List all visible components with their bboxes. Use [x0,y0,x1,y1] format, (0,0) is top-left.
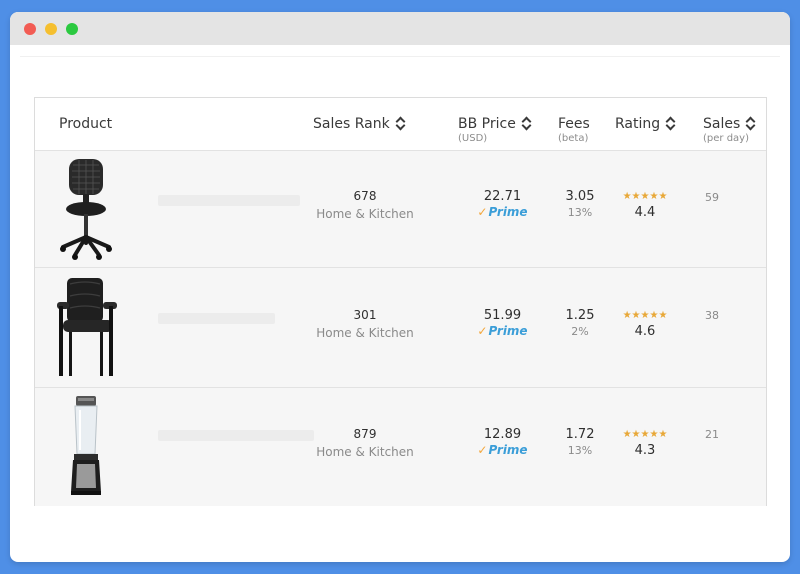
star-rating-icon: ★★★★★ [622,310,668,321]
products-table: Product Sales Rank BB Price (USD) Fees (… [34,97,767,506]
product-name-placeholder [158,430,314,441]
blender-image [71,396,101,495]
rating-cell: ★★★★★ 4.6 [615,310,675,339]
header-rating[interactable]: Rating [615,116,675,132]
star-rating-icon: ★★★★★ [622,429,668,440]
maximize-window-button[interactable] [66,23,78,35]
prime-badge: ✓Prime [477,443,528,457]
prime-badge: ✓Prime [477,324,528,338]
sales-rank-cell: 678 Home & Kitchen [316,189,414,221]
sort-icon[interactable] [746,117,755,129]
title-bar [10,12,790,45]
product-name-placeholder [158,313,275,324]
close-window-button[interactable] [24,23,36,35]
price-cell: 22.71 ✓Prime [475,189,530,219]
table-row[interactable]: 678 Home & Kitchen 22.71 ✓Prime 3.05 13%… [35,151,766,268]
price-cell: 12.89 ✓Prime [475,427,530,457]
sort-icon[interactable] [522,117,531,129]
fees-cell: 3.05 13% [565,189,595,219]
sales-rank-cell: 301 Home & Kitchen [316,308,414,340]
prime-check-icon: ✓ [477,205,488,219]
minimize-window-button[interactable] [45,23,57,35]
sales-cell: 59 [705,191,719,204]
table-row[interactable]: 879 Home & Kitchen 12.89 ✓Prime 1.72 13%… [35,388,766,506]
table-header: Product Sales Rank BB Price (USD) Fees (… [35,98,766,151]
product-name-placeholder [158,195,300,206]
price-cell: 51.99 ✓Prime [475,308,530,338]
fees-cell: 1.72 13% [565,427,595,457]
sort-icon[interactable] [396,117,405,129]
browser-window: Product Sales Rank BB Price (USD) Fees (… [10,12,790,562]
table-row[interactable]: 301 Home & Kitchen 51.99 ✓Prime 1.25 2% … [35,268,766,388]
header-fees: Fees (beta) [558,116,590,144]
header-product: Product [59,116,113,132]
leather-chair-image [57,278,117,376]
header-sales-rank[interactable]: Sales Rank [313,116,405,132]
office-chair-image [60,159,112,260]
toolbar-divider [20,45,780,57]
prime-badge: ✓Prime [477,205,528,219]
prime-check-icon: ✓ [477,324,488,338]
header-bb-price[interactable]: BB Price (USD) [458,116,531,144]
prime-check-icon: ✓ [477,443,488,457]
rating-cell: ★★★★★ 4.4 [615,191,675,220]
sort-icon[interactable] [666,117,675,129]
header-sales[interactable]: Sales (per day) [703,116,755,144]
star-rating-icon: ★★★★★ [622,191,668,202]
sales-cell: 21 [705,428,719,441]
sales-rank-cell: 879 Home & Kitchen [316,427,414,459]
sales-cell: 38 [705,309,719,322]
fees-cell: 1.25 2% [565,308,595,338]
rating-cell: ★★★★★ 4.3 [615,429,675,458]
